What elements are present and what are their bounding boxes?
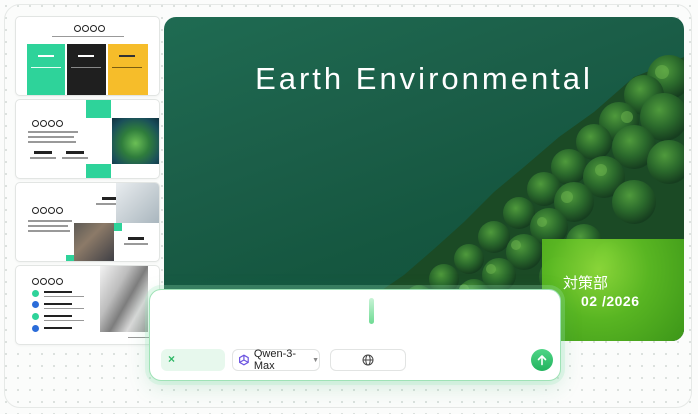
- send-arrow-icon: [537, 355, 547, 366]
- send-button[interactable]: [531, 349, 553, 371]
- model-logo-icon: [239, 354, 249, 366]
- globe-icon: [362, 354, 374, 366]
- web-search-button[interactable]: [330, 349, 406, 371]
- slide-date: 02 /2026: [581, 293, 640, 309]
- slide-title: Earth Environmental: [255, 61, 593, 96]
- model-selector[interactable]: Qwen-3-Max ▼: [232, 348, 320, 372]
- close-icon[interactable]: ×: [168, 352, 175, 366]
- slide-department: 対策部: [563, 275, 609, 292]
- chevron-down-icon: ▼: [312, 356, 319, 364]
- thumb-title-ovals: [74, 25, 105, 32]
- slide-thumbnail-1[interactable]: [15, 16, 160, 96]
- slide-thumbnail-4[interactable]: [15, 265, 160, 345]
- slide-thumbnail-2[interactable]: [15, 99, 160, 179]
- slide-thumbnail-3[interactable]: [15, 182, 160, 262]
- attachment-chip[interactable]: ×: [161, 349, 225, 371]
- prompt-composer[interactable]: × Qwen-3-Max ▼: [149, 289, 561, 381]
- text-cursor: [369, 298, 374, 324]
- model-label: Qwen-3-Max: [253, 348, 297, 372]
